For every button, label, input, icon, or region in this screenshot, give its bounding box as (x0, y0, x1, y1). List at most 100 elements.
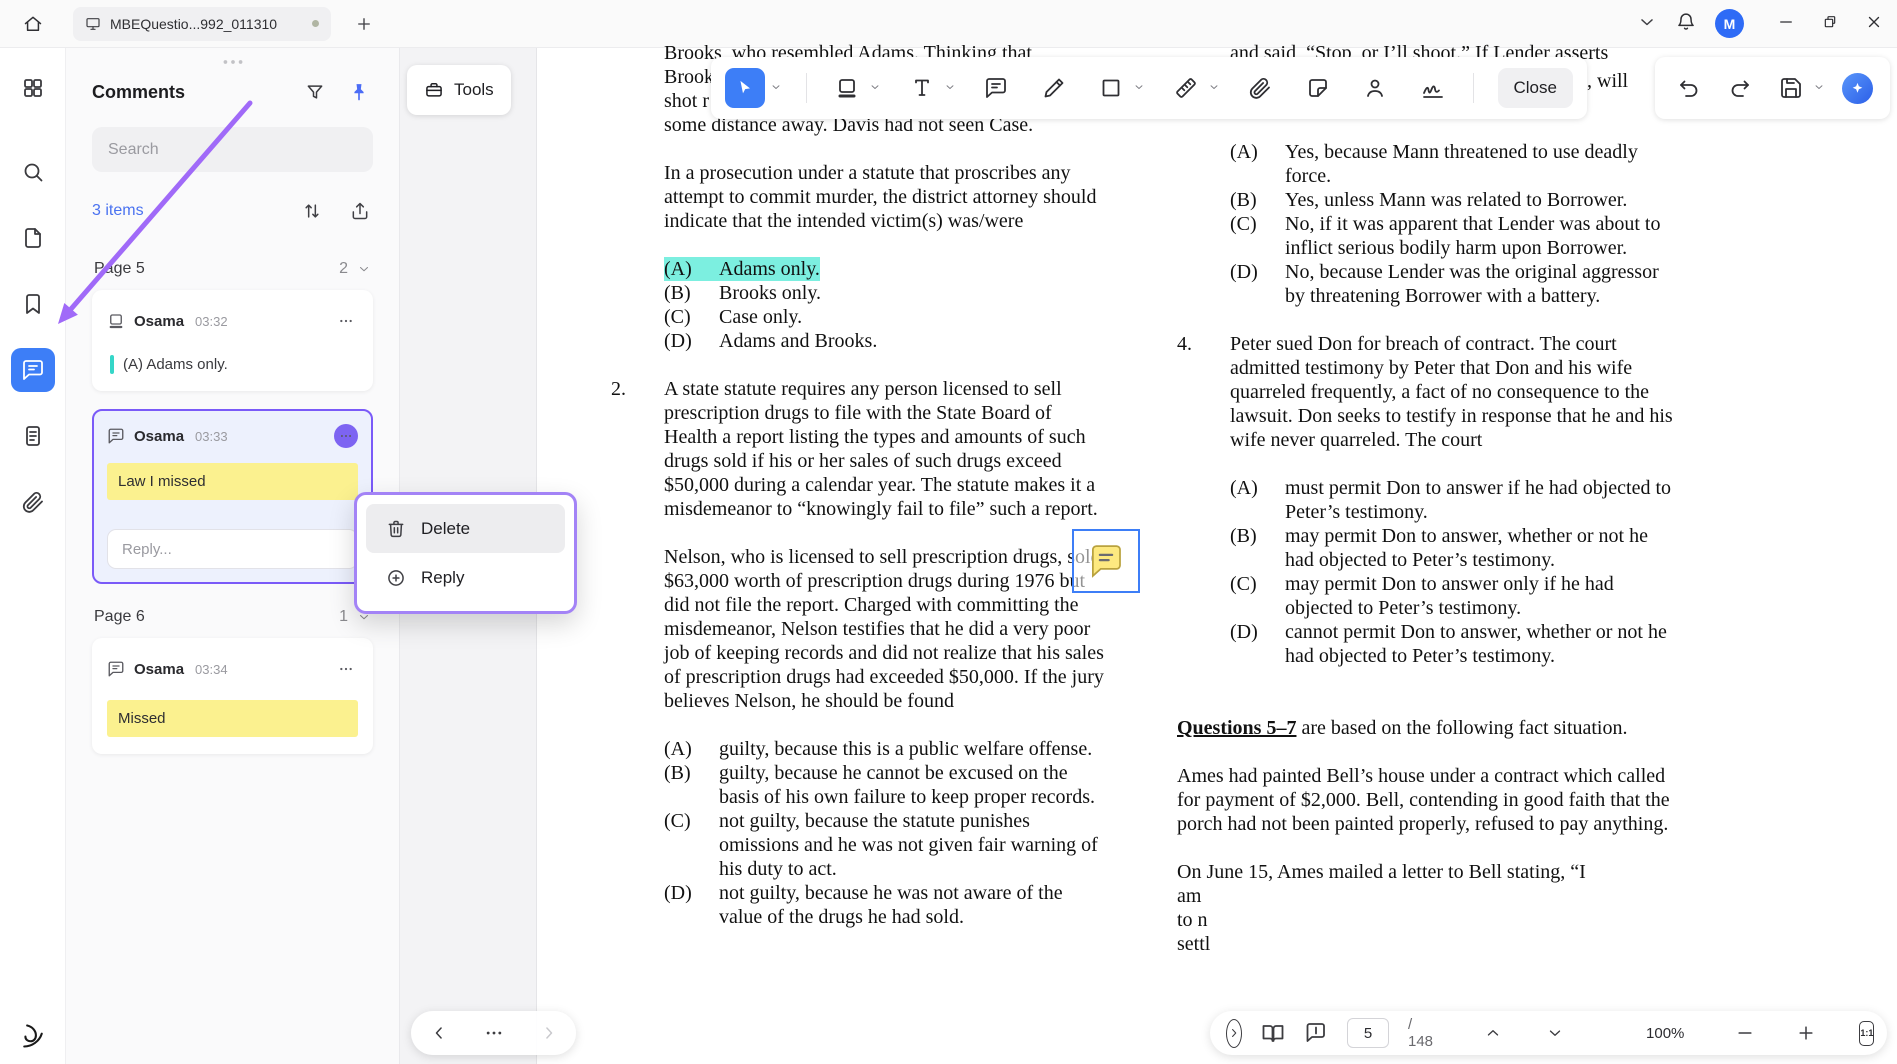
measure-tool-dropdown[interactable] (1208, 81, 1220, 96)
avatar[interactable]: M (1715, 9, 1744, 38)
comment-card[interactable]: Osama 03:32 (A) Adams only. (92, 290, 373, 391)
shape-tool-button[interactable] (1094, 68, 1128, 108)
menu-item-delete[interactable]: Delete (366, 504, 565, 553)
home-button[interactable] (15, 6, 51, 42)
ai-assistant-button[interactable] (1842, 72, 1873, 104)
paragraph: Ames had painted Bell’s house under a co… (1177, 765, 1670, 835)
more-button[interactable] (484, 1023, 504, 1043)
tab-title: MBEQuestio...992_011310 (110, 15, 278, 32)
maximize-button[interactable] (1822, 14, 1838, 33)
attachment-tool-button[interactable] (1243, 68, 1277, 108)
panel-drag-handle[interactable] (66, 56, 399, 68)
highlight-tool-dropdown[interactable] (869, 81, 881, 96)
save-dropdown[interactable] (1813, 81, 1825, 96)
sidebar-item-attachments[interactable] (11, 480, 55, 524)
signature-tool-button[interactable] (1416, 68, 1450, 108)
thumbnail-view-button[interactable] (1261, 1021, 1285, 1045)
menu-item-reply[interactable]: Reply (366, 553, 565, 602)
shape-tool-dropdown[interactable] (1133, 81, 1145, 96)
comment-card[interactable]: Osama 03:34 Missed (92, 638, 373, 754)
tools-button[interactable]: Tools (407, 65, 511, 115)
search-input[interactable] (106, 139, 359, 160)
back-button[interactable] (429, 1023, 449, 1043)
page-group-5[interactable]: Page 5 2 (66, 260, 399, 278)
sidebar-item-organize-pages[interactable] (11, 414, 55, 458)
redo-button[interactable] (1723, 68, 1757, 108)
more-icon (484, 1023, 504, 1043)
zoom-in-button[interactable] (1796, 1023, 1816, 1043)
measure-tool-button[interactable] (1169, 68, 1203, 108)
page-group-count: 1 (339, 608, 348, 625)
answer-option: (D) No, because Lender was the original a… (1230, 261, 1659, 307)
close-toolbar-button[interactable]: Close (1497, 68, 1573, 108)
select-tool-dropdown[interactable] (770, 81, 782, 96)
chevron-down-icon (1637, 12, 1657, 32)
pencil-tool-button[interactable] (1037, 68, 1071, 108)
sidebar-item-thumbnails[interactable] (11, 216, 55, 260)
notifications-button[interactable] (1676, 12, 1696, 35)
reply-box[interactable] (107, 529, 358, 569)
book-icon (1261, 1021, 1285, 1045)
stamp-tool-button[interactable] (1358, 68, 1392, 108)
fit-ratio-button[interactable]: 1:1 (1859, 1020, 1875, 1046)
sort-button[interactable] (299, 198, 325, 224)
pdf-column-right: and said, “Stop, or I’ll shoot.” If Lend… (1177, 41, 1682, 980)
new-tab-button[interactable] (349, 9, 379, 39)
close-window-button[interactable] (1865, 13, 1883, 34)
next-page-button[interactable] (1546, 1024, 1564, 1042)
question-number: 4. (1177, 333, 1192, 355)
highlighted-option[interactable]: (A) Adams only. (664, 257, 1107, 281)
export-comments-button[interactable] (347, 198, 373, 224)
reply-input[interactable] (120, 539, 345, 559)
comment-menu-button[interactable] (334, 424, 358, 448)
page-group-6[interactable]: Page 6 1 (66, 608, 399, 626)
highlight-tool-button[interactable] (830, 68, 864, 108)
sidebar-item-dashboard[interactable] (11, 66, 55, 110)
comment-card-selected[interactable]: Osama 03:33 Law I missed (92, 409, 373, 584)
filter-button[interactable] (301, 78, 329, 106)
comment-author: Osama (134, 660, 185, 678)
sidebar-item-comments[interactable] (10, 348, 55, 392)
chevron-down-icon (1208, 81, 1220, 93)
chevron-down-icon[interactable] (357, 262, 371, 276)
comment-menu-button[interactable] (334, 309, 358, 333)
undo-button[interactable] (1672, 68, 1706, 108)
comment-body: (A) Adams only. (123, 356, 228, 373)
window-controls (1777, 13, 1883, 34)
panel-expand-button[interactable] (1226, 1018, 1242, 1048)
toolbar-collapse-button[interactable] (1637, 12, 1657, 35)
answer-option: (B) may permit Don to answer, whether or … (1230, 525, 1648, 571)
zoom-out-button[interactable] (1735, 1023, 1755, 1043)
document-viewport[interactable]: Brooks, who resembled Adams. Thinking th… (400, 42, 1897, 1064)
text-comment-button[interactable] (1304, 1021, 1328, 1045)
previous-page-button[interactable] (1484, 1024, 1502, 1042)
pin-panel-button[interactable] (345, 78, 373, 106)
answer-options: (A) must permit Don to answer if he had o… (1230, 476, 1675, 668)
sticker-tool-button[interactable] (1301, 68, 1335, 108)
comment-menu-button[interactable] (334, 657, 358, 681)
sidebar-item-bookmarks[interactable] (11, 282, 55, 326)
plus-icon (1796, 1023, 1816, 1043)
page-number-input[interactable] (1347, 1018, 1389, 1048)
undo-icon (1677, 76, 1701, 100)
document-tab[interactable]: MBEQuestio...992_011310 (73, 6, 331, 41)
comment-annotation[interactable] (1072, 529, 1140, 593)
minimize-button[interactable] (1777, 13, 1795, 34)
sidebar-rail (0, 48, 66, 1064)
tools-icon (424, 80, 444, 100)
select-tool-button[interactable] (725, 68, 765, 108)
items-row: 3 items (66, 198, 399, 224)
divider (805, 73, 807, 103)
answer-option: (C) No, if it was apparent that Lender wa… (1230, 213, 1661, 259)
sidebar-item-search[interactable] (11, 150, 55, 194)
save-button[interactable] (1774, 68, 1808, 108)
minimize-icon (1777, 13, 1795, 31)
comment-search[interactable] (92, 127, 373, 172)
text-tool-dropdown[interactable] (944, 81, 956, 96)
comment-time: 03:34 (195, 661, 228, 677)
page-count-label: / 148 (1408, 1016, 1434, 1050)
forward-button[interactable] (539, 1023, 559, 1043)
comment-cursor-icon (1304, 1021, 1328, 1045)
comment-tool-button[interactable] (979, 68, 1013, 108)
text-tool-button[interactable] (905, 68, 939, 108)
